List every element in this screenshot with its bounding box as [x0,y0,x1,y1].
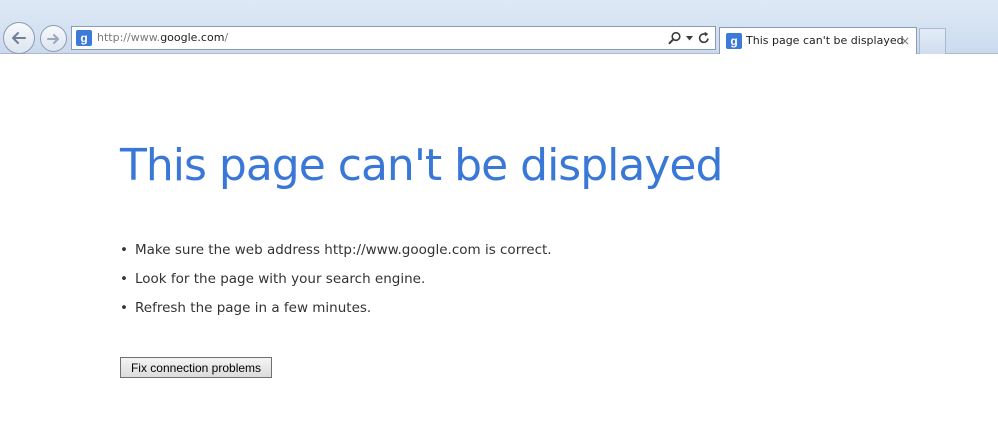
google-favicon-icon: g [76,30,92,46]
bullet-marker: • [120,299,128,316]
address-prefix: http://www. [97,31,161,44]
fix-connection-problems-button[interactable]: Fix connection problems [120,357,272,378]
list-item: • Look for the page with your search eng… [120,264,552,293]
address-bar[interactable]: g http://www.google.com/ [71,26,716,50]
list-item: • Refresh the page in a few minutes. [120,293,552,322]
suggestion-text: Look for the page with your search engin… [135,270,426,287]
close-icon[interactable]: × [900,33,910,49]
chevron-down-icon[interactable] [686,35,693,41]
address-domain: google.com [160,31,225,44]
suggestion-list: • Make sure the web address http://www.g… [120,235,552,322]
suggestion-text: Refresh the page in a few minutes. [135,299,372,316]
new-tab-button[interactable] [919,28,946,54]
suggestion-text: Make sure the web address http://www.goo… [135,241,552,258]
page-title: This page can't be displayed [120,140,723,191]
list-item: • Make sure the web address http://www.g… [120,235,552,264]
tab-current[interactable]: g This page can't be displayed × [719,27,917,54]
address-suffix: / [224,31,229,44]
refresh-icon[interactable] [697,31,711,45]
address-bar-actions [668,29,711,47]
bullet-marker: • [120,241,128,258]
search-icon[interactable] [668,31,682,45]
forward-arrow-icon [46,31,62,47]
address-url[interactable]: http://www.google.com/ [97,27,228,49]
google-favicon-icon: g [726,33,742,49]
back-button[interactable] [3,22,35,54]
bullet-marker: • [120,270,128,287]
forward-button[interactable] [40,25,67,52]
browser-chrome: g http://www.google.com/ g This page can [0,0,998,54]
tab-title: This page can't be displayed [746,34,904,47]
back-arrow-icon [10,29,28,47]
